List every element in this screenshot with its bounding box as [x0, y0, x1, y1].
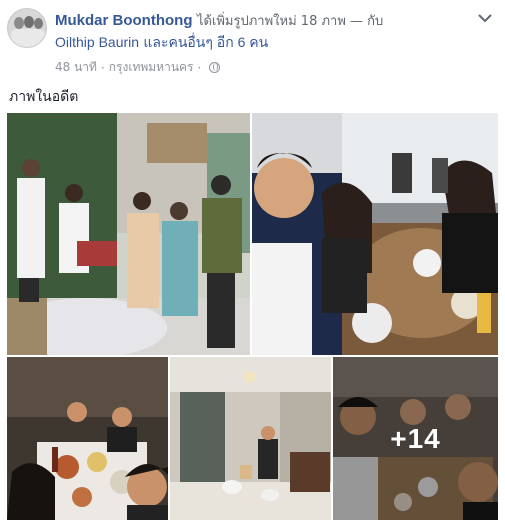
photo-5[interactable]: +14 — [333, 357, 498, 520]
post-caption: ภาพในอดีต — [9, 89, 79, 105]
tagged-others-link[interactable]: และคนอื่นๆ อีก 6 คน — [143, 34, 268, 50]
post-location-link[interactable]: กรุงเทพมหานคร — [109, 58, 194, 77]
more-photos-count: +14 — [390, 422, 441, 454]
globe-icon[interactable] — [209, 62, 221, 73]
photo-4[interactable] — [170, 357, 331, 520]
post-header: Mukdar Boonthong ได้เพิ่มรูปภาพใหม่ 18 ภ… — [55, 11, 475, 31]
chevron-down-icon[interactable] — [477, 12, 493, 24]
author-avatar[interactable] — [7, 8, 47, 48]
tagged-person-link[interactable]: Oilthip Baurin — [55, 34, 139, 50]
author-name-link[interactable]: Mukdar Boonthong — [55, 12, 192, 29]
post-action-text: ได้เพิ่มรูปภาพใหม่ 18 ภาพ — กับ — [196, 14, 384, 29]
photo-1[interactable] — [7, 113, 250, 355]
post-timestamp[interactable]: 48 นาที — [55, 58, 97, 77]
feed-post: Mukdar Boonthong ได้เพิ่มรูปภาพใหม่ 18 ภ… — [0, 0, 505, 527]
tagged-people: Oilthip Baurin และคนอื่นๆ อีก 6 คน — [55, 33, 268, 53]
more-photos-overlay[interactable]: +14 — [333, 357, 498, 520]
photo-2[interactable] — [252, 113, 498, 355]
post-meta: 48 นาที · กรุงเทพมหานคร · — [55, 58, 221, 77]
photo-3[interactable] — [7, 357, 168, 520]
